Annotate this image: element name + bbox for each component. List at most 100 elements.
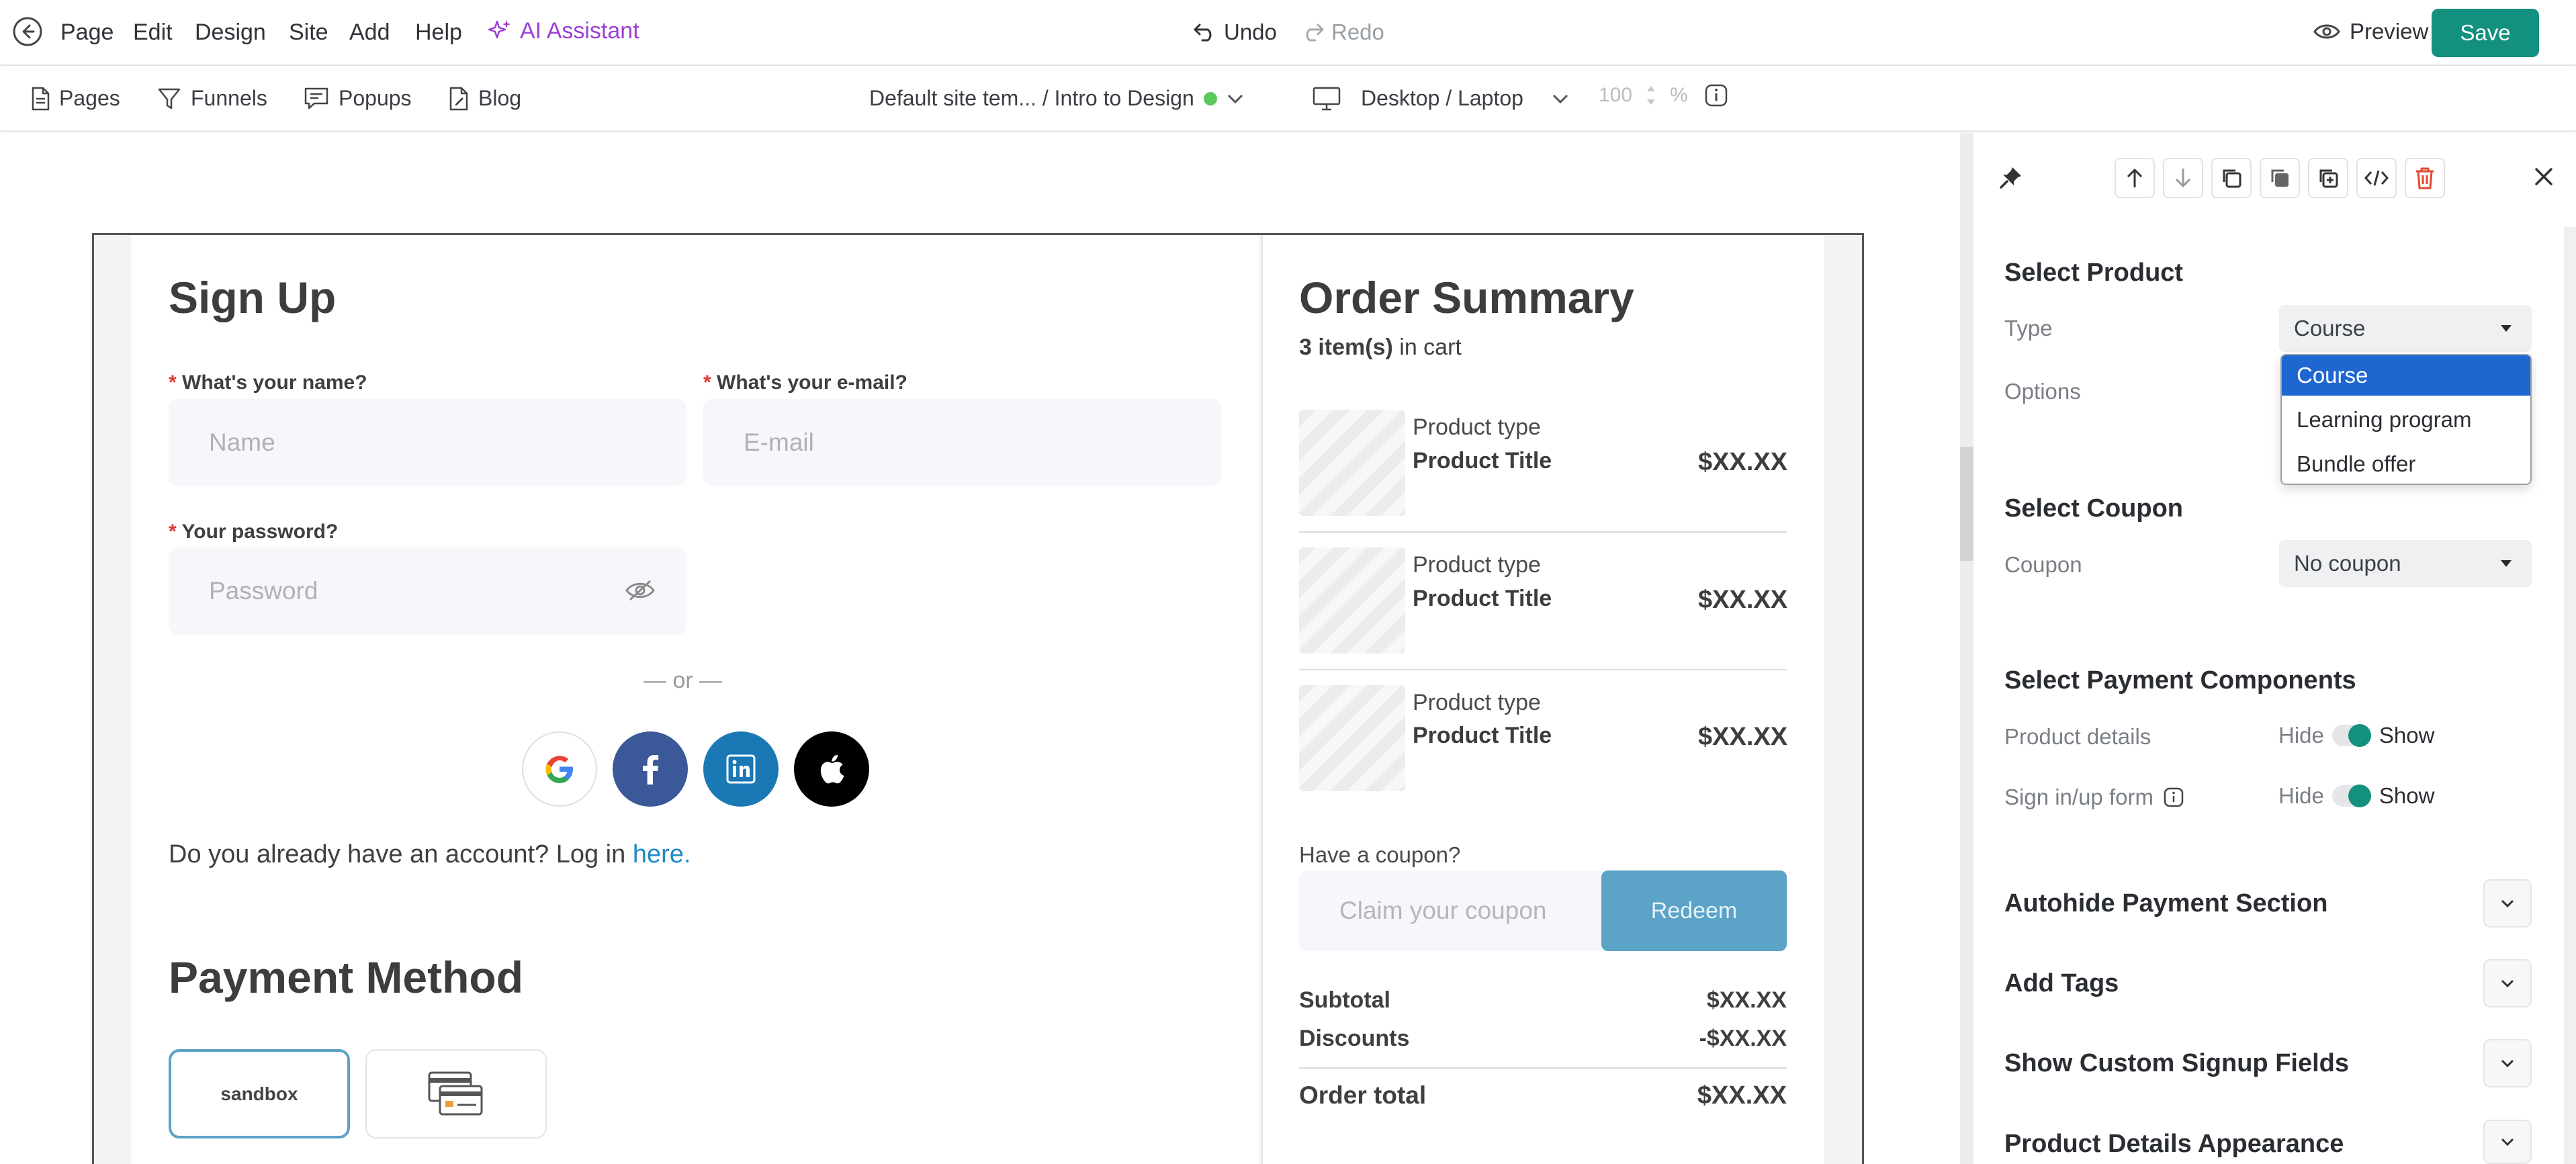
menu-help[interactable]: Help [415, 19, 462, 46]
options-label: Options [2004, 379, 2081, 404]
signin-form-toggle[interactable]: Hide Show [2278, 783, 2434, 809]
login-link[interactable]: here. [633, 840, 691, 868]
show-label: Show [2379, 783, 2435, 808]
blog-button[interactable]: Blog [449, 86, 521, 111]
coupon-select[interactable]: No coupon [2279, 540, 2532, 587]
menu-design[interactable]: Design [195, 19, 266, 46]
canvas-scrollbar[interactable] [1960, 133, 1973, 1164]
canvas-scrollbar-thumb[interactable] [1960, 447, 1973, 561]
accordion-toggle[interactable] [2483, 959, 2532, 1008]
toggle-switch[interactable] [2331, 785, 2371, 807]
login-prompt: Do you already have an account? Log in h… [169, 840, 691, 869]
move-up-button[interactable] [2115, 158, 2155, 198]
close-icon[interactable] [2534, 167, 2554, 187]
accordion-custom-signup-fields[interactable]: Show Custom Signup Fields [2004, 1049, 2349, 1078]
type-select[interactable]: Course [2279, 305, 2532, 352]
page-icon [31, 87, 50, 111]
name-input[interactable]: Name [169, 399, 686, 486]
info-icon[interactable] [2163, 787, 2184, 808]
zoom-control: 100 % [1599, 82, 1728, 109]
delete-button[interactable] [2405, 158, 2445, 198]
accordion-toggle[interactable] [2483, 879, 2532, 928]
menu-add[interactable]: Add [349, 19, 390, 46]
password-label: * Your password? [169, 521, 339, 543]
toggle-switch[interactable] [2331, 724, 2371, 747]
order-total-label: Order total [1299, 1081, 1427, 1109]
pin-icon[interactable] [1999, 165, 2023, 189]
accordion-add-tags[interactable]: Add Tags [2004, 969, 2119, 998]
redeem-button[interactable]: Redeem [1601, 870, 1787, 951]
sandbox-payment-option[interactable]: sandbox [169, 1049, 350, 1138]
payment-method-title: Payment Method [169, 952, 524, 1002]
chevron-down-icon [2499, 898, 2516, 909]
order-summary-title: Order Summary [1299, 273, 1634, 322]
pages-button[interactable]: Pages [31, 86, 120, 111]
linkedin-icon [726, 754, 756, 784]
select-coupon-title: Select Coupon [2004, 494, 2184, 523]
top-toolbar: Page Edit Design Site Add Help AI Assist… [0, 0, 2576, 66]
back-icon[interactable] [12, 16, 43, 47]
accordion-toggle[interactable] [2483, 1039, 2532, 1087]
funnels-button[interactable]: Funnels [157, 86, 267, 111]
save-button[interactable]: Save [2432, 9, 2539, 57]
redo-button[interactable]: Redo [1300, 19, 1384, 45]
duplicate-button[interactable] [2211, 158, 2252, 198]
coupon-input[interactable]: Claim your coupon [1299, 870, 1601, 951]
code-button[interactable] [2356, 158, 2397, 198]
type-dropdown-menu: Course Learning program Bundle offer [2280, 354, 2532, 485]
preview-button[interactable]: Preview [2313, 19, 2428, 44]
popups-button[interactable]: Popups [304, 86, 412, 111]
device-selector[interactable]: Desktop / Laptop [1313, 86, 1569, 111]
dropdown-option-course[interactable]: Course [2282, 355, 2530, 396]
info-icon[interactable] [1704, 83, 1728, 107]
chevron-down-icon [1227, 93, 1244, 104]
card-payment-option[interactable] [365, 1049, 547, 1138]
undo-label: Undo [1224, 19, 1277, 44]
zoom-input[interactable]: 100 [1599, 84, 1639, 107]
menu-site[interactable]: Site [289, 19, 328, 46]
accordion-autohide-payment[interactable]: Autohide Payment Section [2004, 889, 2327, 918]
accordion-product-details-appearance[interactable]: Product Details Appearance [2004, 1130, 2344, 1159]
password-input[interactable]: Password [169, 547, 686, 635]
google-login-button[interactable] [522, 731, 597, 807]
chevron-down-icon [1552, 93, 1569, 104]
hide-label: Hide [2278, 783, 2324, 808]
select-product-title: Select Product [2004, 259, 2184, 287]
divider [1299, 669, 1787, 670]
ai-assistant-button[interactable]: AI Assistant [486, 17, 639, 44]
copy-style-button[interactable] [2260, 158, 2300, 198]
code-icon [2364, 169, 2389, 187]
login-prompt-text: Do you already have an account? Log in [169, 840, 633, 868]
undo-button[interactable]: Undo [1193, 19, 1277, 45]
accordion-toggle[interactable] [2483, 1120, 2532, 1164]
eye-off-icon[interactable] [625, 579, 656, 602]
type-label: Type [2004, 316, 2053, 341]
divider [1299, 1067, 1787, 1069]
paste-button[interactable] [2308, 158, 2348, 198]
show-label: Show [2379, 723, 2435, 748]
panel-scrollbar[interactable] [2564, 227, 2576, 1164]
hide-label: Hide [2278, 723, 2324, 748]
template-selector[interactable]: Default site tem... / Intro to Design [869, 86, 1244, 111]
eye-icon [2313, 22, 2340, 41]
menu-page[interactable]: Page [60, 19, 114, 46]
move-down-button[interactable] [2163, 158, 2203, 198]
stepper-icon[interactable] [1644, 82, 1658, 109]
blog-icon [449, 87, 469, 111]
coupon-select-value: No coupon [2294, 551, 2401, 576]
product-details-toggle[interactable]: Hide Show [2278, 723, 2434, 748]
menu-edit[interactable]: Edit [133, 19, 173, 46]
product-image [1299, 410, 1405, 516]
product-title: Product Title [1413, 723, 1552, 748]
secondary-toolbar: Pages Funnels Popups Blog Default site t… [0, 66, 2576, 132]
product-details-label: Product details [2004, 724, 2151, 749]
paste-icon [2317, 167, 2339, 189]
signup-title: Sign Up [169, 273, 337, 322]
dropdown-option-bundle-offer[interactable]: Bundle offer [2282, 444, 2530, 484]
facebook-login-button[interactable] [613, 731, 688, 807]
email-input[interactable]: E-mail [703, 399, 1221, 486]
apple-login-button[interactable] [794, 731, 869, 807]
dropdown-option-learning-program[interactable]: Learning program [2282, 400, 2530, 440]
cart-count: 3 item(s) in cart [1299, 334, 1462, 361]
linkedin-login-button[interactable] [703, 731, 779, 807]
